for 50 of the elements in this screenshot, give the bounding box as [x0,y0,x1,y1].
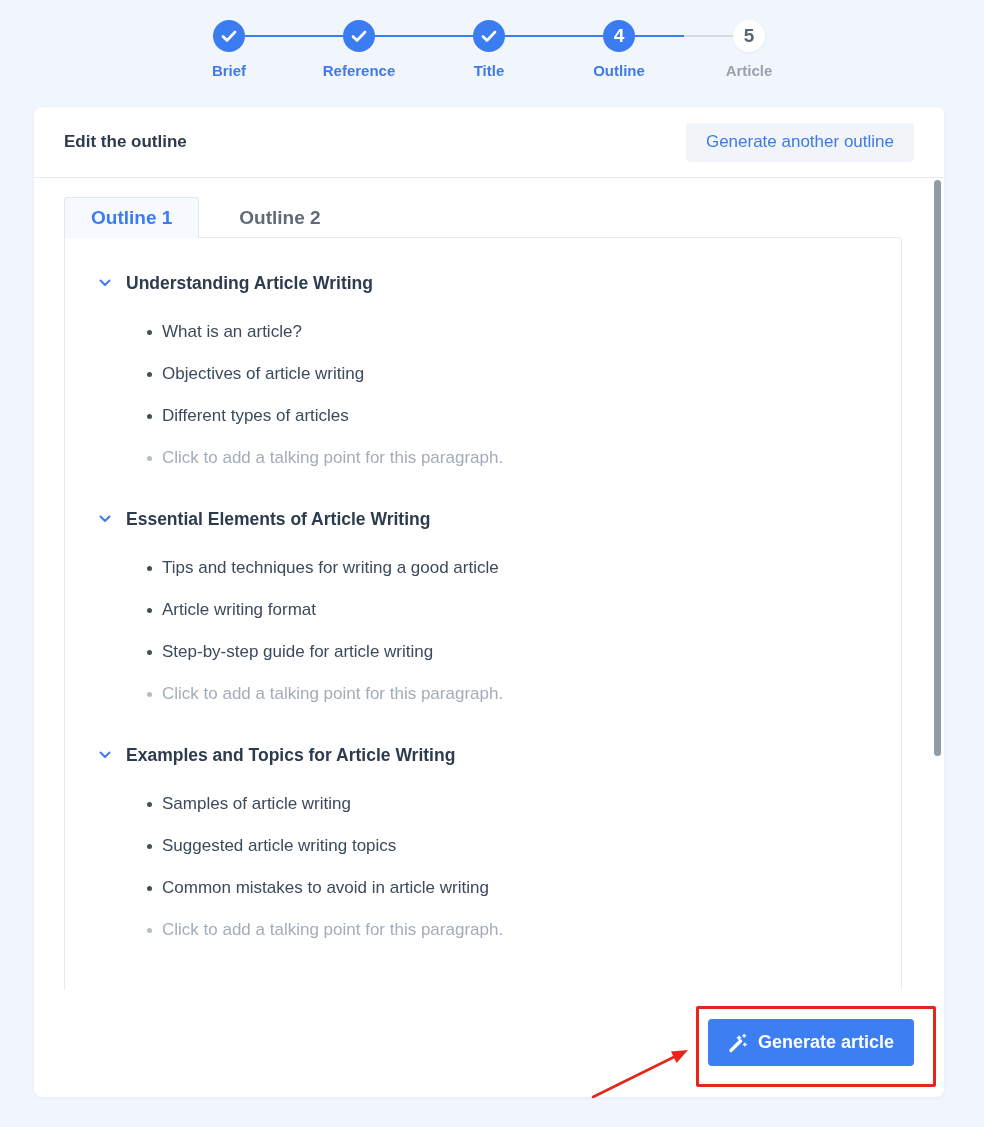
talking-point-field[interactable]: Click to add a talking point for this paragraph. [162,446,582,470]
chevron-down-icon[interactable] [99,279,111,287]
bullet-icon [147,649,152,655]
talking-point: What is an article? [162,322,302,342]
step-label: Brief [211,62,247,79]
generate-article-button[interactable]: Generate article [707,1019,914,1066]
check-icon [351,30,367,42]
talking-point-field[interactable]: Click to add a talking point for this paragraph. [162,682,582,706]
bullet-icon [147,329,152,335]
check-icon [221,30,237,42]
section-heading: Examples and Topics for Article Writing [126,744,456,766]
step-circle[interactable] [343,20,375,52]
step-circle[interactable]: 5 [733,20,765,52]
magic-wand-icon [727,1032,748,1053]
talking-point: Suggested article writing topics [162,836,397,856]
bullet-icon [147,885,152,891]
bullet-icon [147,607,152,613]
bullet-icon [147,565,152,571]
step-circle[interactable] [213,20,245,52]
talking-point: Step-by-step guide for article writing [162,642,434,662]
bullet-icon [147,843,152,849]
talking-point: Tips and techniques for writing a good article [162,558,499,578]
talking-point: Samples of article writing [162,794,351,814]
bullet-icon [147,691,152,697]
step-label: Article [725,62,773,79]
step-label: Outline [593,62,645,79]
bullet-icon [147,455,152,461]
step-label: Reference [322,62,396,79]
talking-point: Common mistakes to avoid in article writing [162,878,489,898]
bullet-icon [147,801,152,807]
generate-another-outline-button[interactable]: Generate another outline [685,122,914,162]
bullet-icon [147,413,152,419]
talking-point: Objectives of article writing [162,364,365,384]
outline-tab[interactable]: Outline 2 [212,197,348,238]
bullet-icon [147,371,152,377]
step-label: Title [473,62,505,79]
bullet-icon [147,927,152,933]
section-heading: Essential Elements of Article Writing [126,508,431,530]
section-heading: Understanding Article Writing [126,272,373,294]
talking-point: Article writing format [162,600,316,620]
step-circle[interactable] [473,20,505,52]
outline-tab[interactable]: Outline 1 [64,197,200,238]
talking-point-field[interactable]: Click to add a talking point for this paragraph. [162,918,582,942]
step-circle[interactable]: 4 [603,20,635,52]
chevron-down-icon[interactable] [99,515,111,523]
chevron-down-icon[interactable] [99,751,111,759]
card-title: Edit the outline [64,132,187,152]
scrollbar-thumb[interactable] [934,180,941,756]
talking-point: Different types of articles [162,406,349,426]
check-icon [481,30,497,42]
